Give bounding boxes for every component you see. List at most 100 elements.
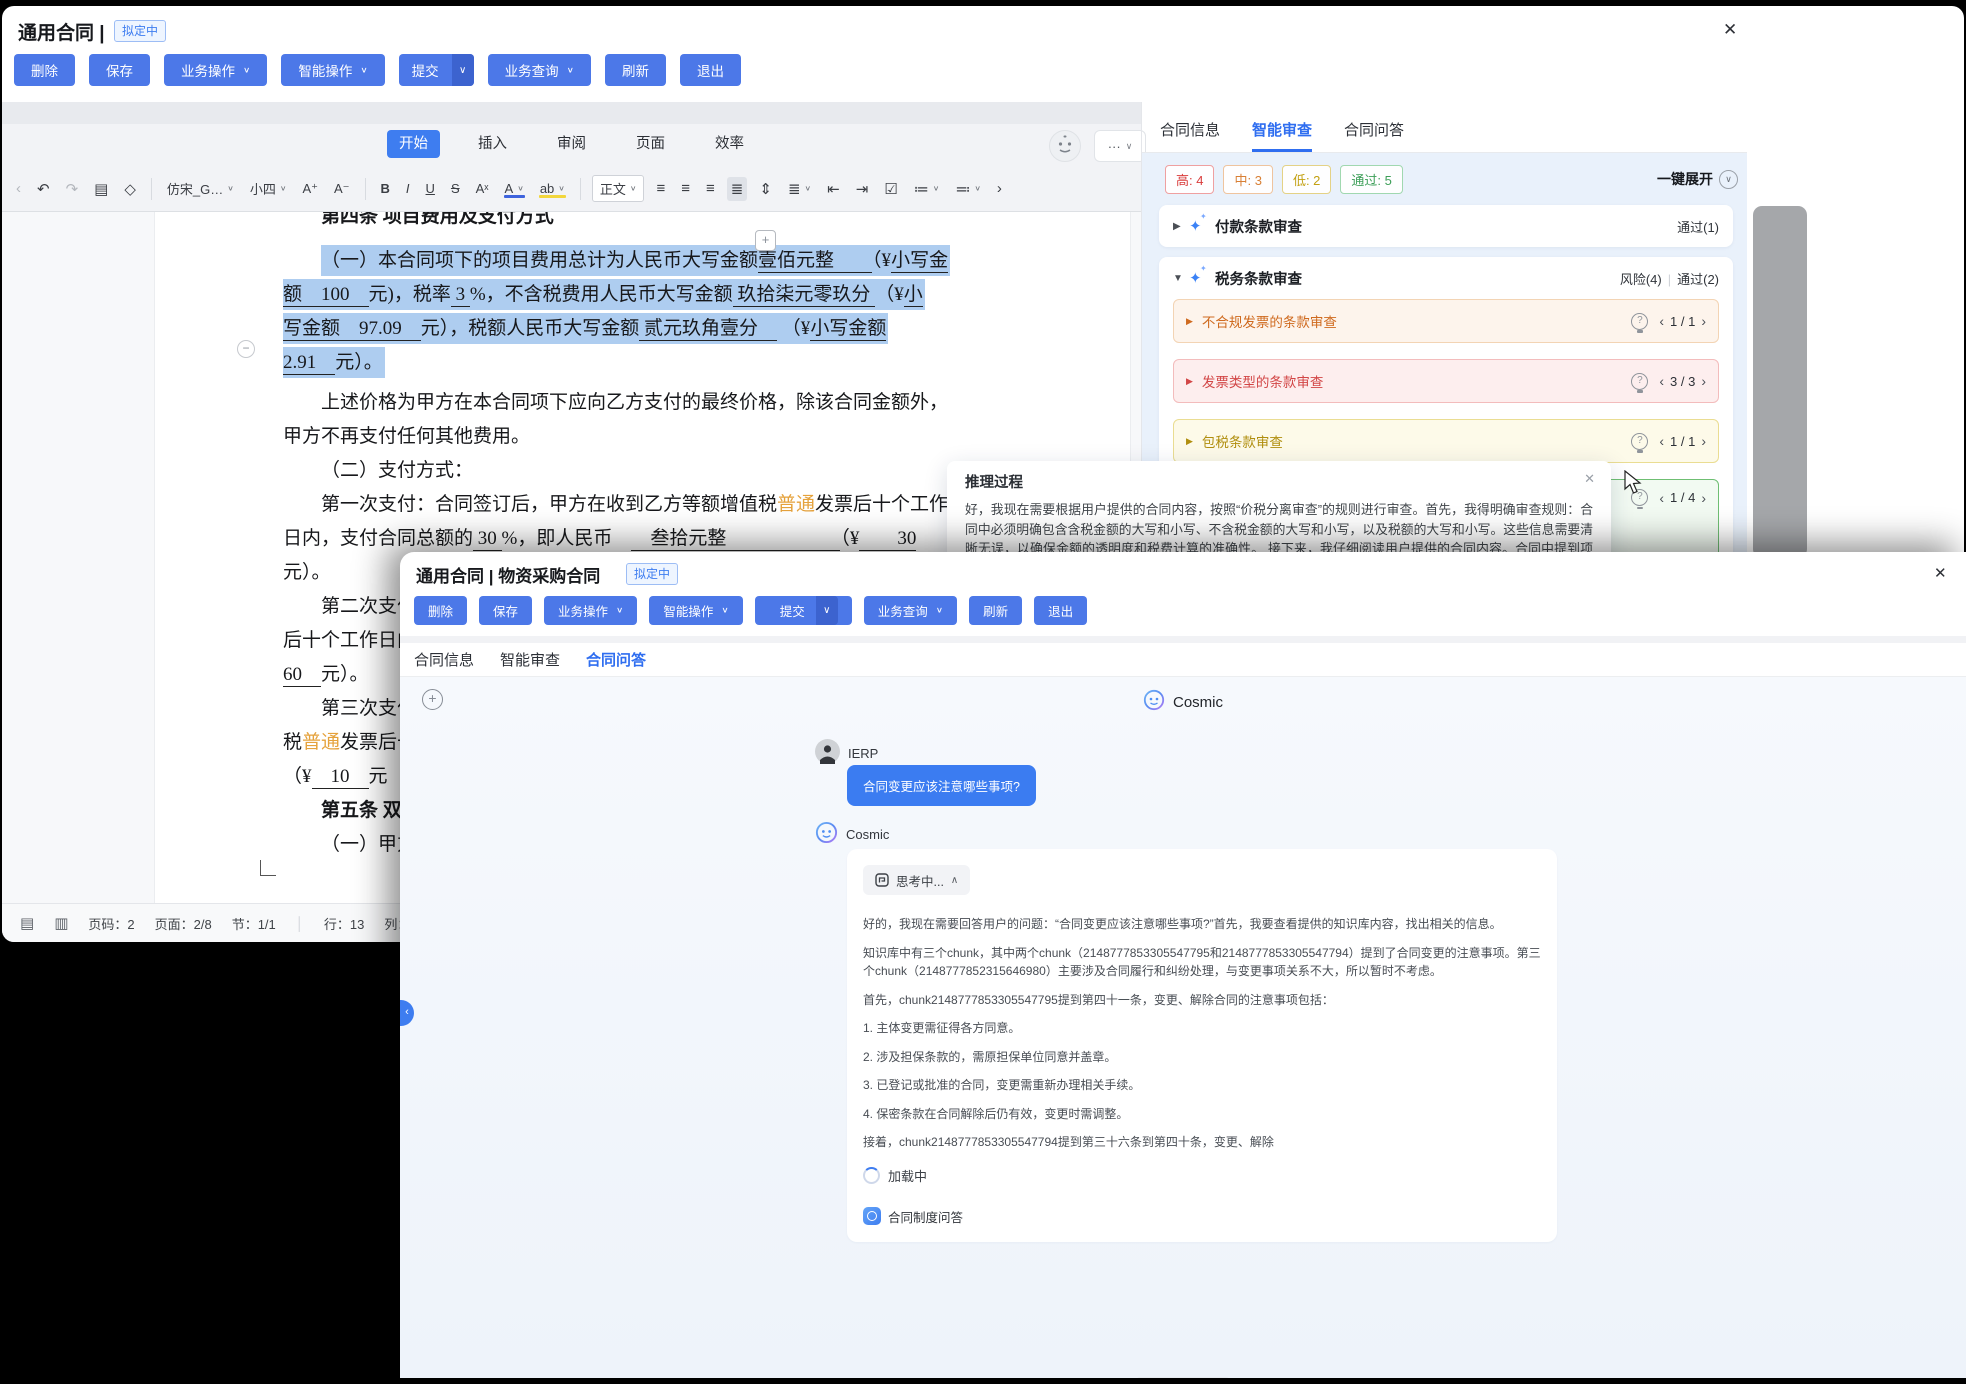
superscript-icon[interactable]: Aˣ <box>472 178 493 199</box>
ribbon-tab[interactable]: 页面 <box>624 130 677 158</box>
nav-count: 1 / 4 <box>1670 490 1695 505</box>
indent-increase-icon[interactable]: ⇥ <box>852 177 873 201</box>
toolbar-button[interactable]: 退出 <box>1034 596 1087 625</box>
tab-2[interactable]: 合同问答 <box>1344 119 1404 152</box>
more-options-button[interactable]: ··· ∨ <box>1094 130 1146 162</box>
collapse-triangle-icon[interactable]: ▼ <box>1173 273 1189 284</box>
italic-icon[interactable]: I <box>402 178 414 199</box>
next-arrow-icon[interactable]: › <box>1701 490 1706 506</box>
bullet-list-icon[interactable]: ≔∨ <box>910 177 944 201</box>
doc-line: 额 100 元)，税率 3 %，不含税费用人民币大写金额 玖拾柒元零玖分 （¥小 <box>283 280 925 310</box>
severity-badge[interactable]: 低: 2 <box>1282 165 1331 194</box>
ribbon-tab[interactable]: 开始 <box>387 130 440 158</box>
task-list-icon[interactable]: ☑ <box>880 177 901 201</box>
assistant-robot-icon[interactable] <box>1049 130 1081 162</box>
prev-arrow-icon[interactable]: ‹ <box>1659 373 1664 389</box>
align-justify-icon[interactable]: ≣ <box>727 177 748 201</box>
toolbar-button[interactable]: 智能操作∨ <box>649 596 742 625</box>
chevron-down-icon: ∨ <box>1126 141 1133 152</box>
ribbon-tab[interactable]: 审阅 <box>545 130 598 158</box>
severity-badge[interactable]: 通过: 5 <box>1340 165 1402 194</box>
stop-generating-button[interactable]: 停止生成 <box>1136 1377 1230 1378</box>
severity-badge[interactable]: 中: 3 <box>1223 165 1272 194</box>
toolbar-button[interactable]: 删除 <box>414 596 467 625</box>
toolbar-button[interactable]: 业务操作∨ <box>164 54 267 86</box>
next-arrow-icon[interactable]: › <box>1701 373 1706 389</box>
toolbar-button[interactable]: 提交∨ <box>755 596 852 625</box>
review-group-payment[interactable]: ▶ ✦✦ 付款条款审查 通过(1) <box>1159 205 1733 247</box>
document-view-icon[interactable]: ▤ <box>20 914 34 932</box>
review-item[interactable]: ▶发票类型的条款审查?‹3 / 3› <box>1173 359 1719 403</box>
redo-icon[interactable]: ↷ <box>62 177 83 201</box>
close-icon[interactable]: ✕ <box>1584 471 1595 487</box>
toolbar-button[interactable]: 保存 <box>89 54 150 86</box>
outline-collapse-icon[interactable]: − <box>237 340 255 358</box>
line-spacing-icon[interactable]: ⇕ <box>755 177 776 201</box>
font-size-select[interactable]: 小四∨ <box>246 176 291 201</box>
align-left-icon[interactable]: ≡ <box>652 177 669 200</box>
tab-0[interactable]: 合同信息 <box>1160 119 1220 152</box>
undo-icon[interactable]: ↶ <box>33 177 54 201</box>
expand-triangle-icon[interactable]: ▶ <box>1186 436 1193 447</box>
document-view-icon[interactable]: ▥ <box>54 914 68 932</box>
comment-marker-icon[interactable]: + <box>755 230 776 251</box>
expand-triangle-icon[interactable]: ▶ <box>1173 221 1189 232</box>
chevron-down-icon[interactable]: ∨ <box>452 54 474 86</box>
toolbar-button[interactable]: 保存 <box>479 596 532 625</box>
close-icon[interactable]: ✕ <box>1723 20 1737 40</box>
expand-triangle-icon[interactable]: ▶ <box>1186 376 1193 387</box>
toolbar-button[interactable]: 刷新 <box>605 54 666 86</box>
ribbon-tab[interactable]: 效率 <box>703 130 756 158</box>
prev-arrow-icon[interactable]: ‹ <box>1659 433 1664 449</box>
font-family-select[interactable]: 仿宋_G…∨ <box>163 176 238 201</box>
group-header[interactable]: ▼ ✦✦ 税务条款审查 风险(4)|通过(2) <box>1173 257 1719 299</box>
review-item[interactable]: ▶不合规发票的条款审查?‹1 / 1› <box>1173 299 1719 343</box>
indent-decrease-icon[interactable]: ⇤ <box>823 177 844 201</box>
expand-all-button[interactable]: 一键展开 ∨ <box>1657 169 1738 189</box>
hint-bulb-icon[interactable]: ? <box>1631 433 1648 450</box>
spacing-menu-icon[interactable]: ≣∨ <box>784 177 815 201</box>
next-arrow-icon[interactable]: › <box>1701 433 1706 449</box>
bold-icon[interactable]: B <box>377 178 394 199</box>
paste-icon[interactable]: ▤ <box>90 177 112 201</box>
knowledge-source-tag[interactable]: 合同制度问答 <box>863 1207 1541 1226</box>
toolbar-button[interactable]: 智能操作∨ <box>281 54 384 86</box>
close-icon[interactable]: ✕ <box>1934 564 1947 582</box>
toolbar-button[interactable]: 业务查询∨ <box>488 54 591 86</box>
review-item-label: 包税条款审查 <box>1202 431 1283 451</box>
font-color-icon[interactable]: A∨ <box>501 178 528 199</box>
prev-arrow-icon[interactable]: ‹ <box>1659 313 1664 329</box>
severity-badge[interactable]: 高: 4 <box>1165 165 1214 194</box>
numbered-list-icon[interactable]: ≕∨ <box>951 177 985 201</box>
toolbar-button[interactable]: 业务查询∨ <box>864 596 957 625</box>
toolbar-button[interactable]: 删除 <box>14 54 75 86</box>
thinking-toggle[interactable]: 思考中... ∧ <box>863 865 970 895</box>
highlight-color-icon[interactable]: ab∨ <box>536 178 569 199</box>
panel-scrollbar[interactable] <box>1753 206 1807 558</box>
prev-arrow-icon[interactable]: ‹ <box>1659 490 1664 506</box>
tab-1[interactable]: 智能审查 <box>1252 119 1312 152</box>
align-center-icon[interactable]: ≡ <box>677 177 694 200</box>
chevron-down-icon[interactable]: ∨ <box>816 596 838 625</box>
paragraph-style-select[interactable]: 正文∨ <box>592 175 645 202</box>
format-painter-icon[interactable]: ◇ <box>120 177 140 201</box>
hint-bulb-icon[interactable]: ? <box>1631 313 1648 330</box>
toolbar-button[interactable]: 业务操作∨ <box>544 596 637 625</box>
review-item[interactable]: ▶包税条款审查?‹1 / 1› <box>1173 419 1719 463</box>
expand-triangle-icon[interactable]: ▶ <box>1186 316 1193 327</box>
toolbar-button[interactable]: 提交∨ <box>399 54 474 86</box>
increase-font-icon[interactable]: A⁺ <box>298 178 322 200</box>
toolbar-button[interactable]: 退出 <box>680 54 741 86</box>
panel-tabs: 合同信息智能审查合同问答 <box>1160 119 1404 152</box>
align-right-icon[interactable]: ≡ <box>702 177 719 200</box>
ribbon-tab[interactable]: 插入 <box>466 130 519 158</box>
hint-bulb-icon[interactable]: ? <box>1631 373 1648 390</box>
strikethrough-icon[interactable]: S <box>447 178 464 199</box>
collapse-toolbar-icon[interactable]: ‹ <box>12 177 25 200</box>
underline-icon[interactable]: U <box>422 178 439 199</box>
toolbar-button[interactable]: 刷新 <box>969 596 1022 625</box>
doc-line: 第四条 项目费用及支付方式 <box>321 212 554 232</box>
decrease-font-icon[interactable]: A⁻ <box>330 178 354 200</box>
next-arrow-icon[interactable]: › <box>1701 313 1706 329</box>
more-tools-icon[interactable]: › <box>993 177 1006 200</box>
